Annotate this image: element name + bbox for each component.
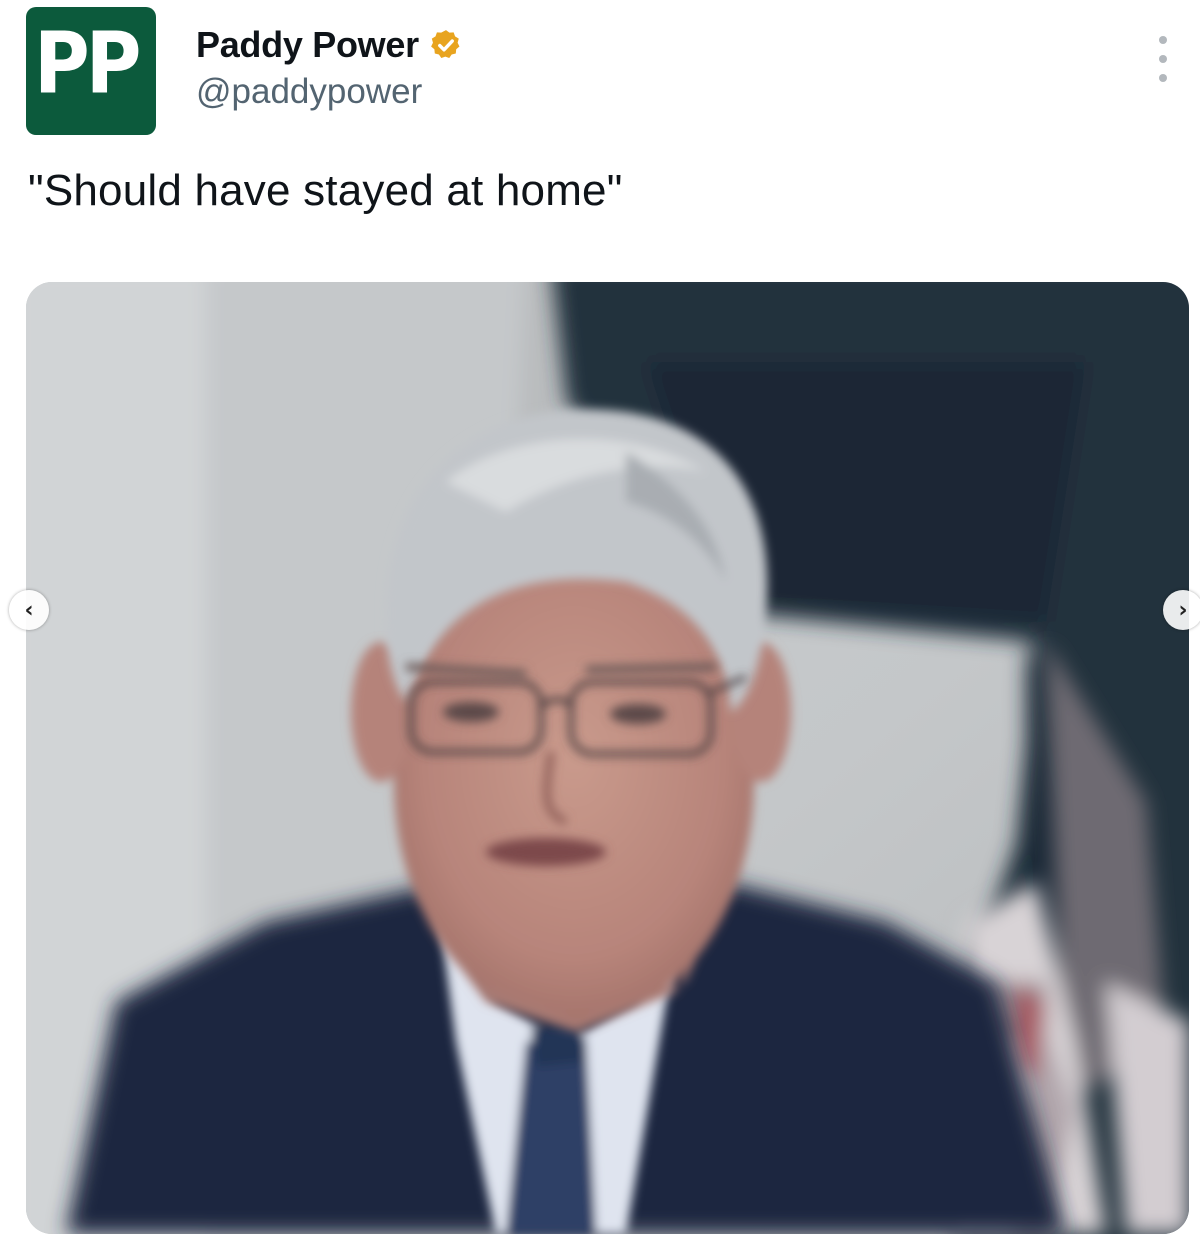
more-dot xyxy=(1159,55,1167,63)
photo-of-man-in-suit xyxy=(26,282,1189,1234)
more-dot xyxy=(1159,36,1167,44)
paddy-power-logo-text: PP xyxy=(34,13,141,113)
carousel-prev-button[interactable]: ‹ xyxy=(9,590,49,630)
tweet-text: "Should have stayed at home" xyxy=(28,166,623,215)
user-handle[interactable]: @paddypower xyxy=(196,72,422,112)
more-options-icon[interactable] xyxy=(1148,36,1178,82)
author-name-row: Paddy Power xyxy=(196,24,463,66)
display-name[interactable]: Paddy Power xyxy=(196,24,419,66)
carousel-next-button[interactable]: › xyxy=(1163,590,1200,630)
verified-badge-icon xyxy=(429,28,463,62)
more-dot xyxy=(1159,74,1167,82)
avatar[interactable]: PP xyxy=(26,7,156,135)
chevron-right-icon: › xyxy=(1178,597,1188,623)
chevron-left-icon: ‹ xyxy=(24,597,34,623)
tweet-media-image[interactable] xyxy=(26,282,1189,1234)
